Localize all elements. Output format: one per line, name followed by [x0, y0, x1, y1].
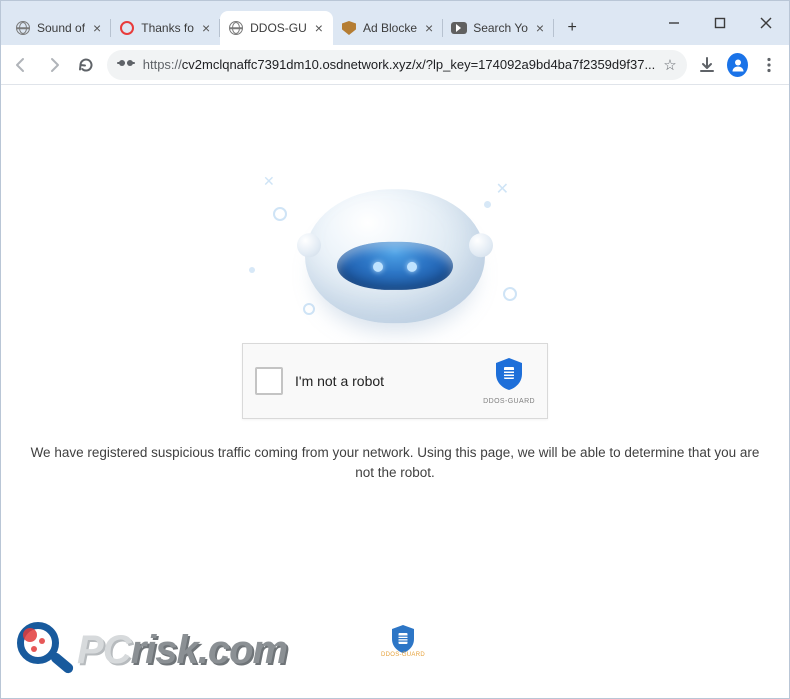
forward-button[interactable] — [42, 51, 67, 79]
captcha-brand-label: DDOS-GUARD — [483, 398, 535, 405]
shield-icon — [390, 624, 416, 654]
captcha-checkbox[interactable] — [255, 367, 283, 395]
notice-text: We have registered suspicious traffic co… — [25, 443, 765, 484]
close-icon[interactable]: × — [200, 21, 212, 35]
close-icon[interactable]: × — [534, 21, 546, 35]
arrow-left-icon — [12, 56, 30, 74]
page-viewport: ✕ ✕ I'm not a robot DDOS-GUARD We h — [1, 85, 789, 698]
arrow-right-icon — [45, 56, 63, 74]
magnifier-icon — [17, 622, 73, 678]
new-tab-button[interactable]: + — [558, 14, 586, 42]
globe-icon — [15, 20, 31, 36]
tab-label: Thanks fo — [141, 21, 194, 35]
tab-label: Ad Blocke — [363, 21, 417, 35]
maximize-icon — [714, 17, 726, 29]
more-vertical-icon — [760, 56, 778, 74]
globe-icon — [228, 20, 244, 36]
tab-strip: Sound of × Thanks fo × DDOS-GU × Ad Bloc… — [1, 1, 651, 45]
captcha-label: I'm not a robot — [295, 373, 471, 389]
opera-icon — [119, 20, 135, 36]
reload-button[interactable] — [74, 51, 99, 79]
url-text: https://cv2mclqnaffc7391dm10.osdnetwork.… — [143, 57, 656, 72]
floating-shield-badge: DDOS-GUARD — [381, 624, 425, 658]
close-icon[interactable]: × — [313, 21, 325, 35]
minimize-icon — [668, 17, 680, 29]
pcrisk-watermark: PCrisk.com — [17, 622, 287, 678]
toolbar: https://cv2mclqnaffc7391dm10.osdnetwork.… — [1, 45, 789, 85]
url-scheme: https:// — [143, 57, 182, 72]
tab-search-youtube[interactable]: Search Yo × — [443, 11, 554, 45]
download-icon — [698, 56, 716, 74]
kebab-menu-button[interactable] — [756, 51, 781, 79]
bookmark-button[interactable]: ☆ — [663, 56, 676, 74]
close-icon[interactable]: × — [91, 21, 103, 35]
close-icon — [760, 17, 772, 29]
maximize-button[interactable] — [697, 6, 743, 40]
address-bar[interactable]: https://cv2mclqnaffc7391dm10.osdnetwork.… — [107, 50, 687, 80]
close-icon[interactable]: × — [423, 21, 435, 35]
captcha-widget: I'm not a robot DDOS-GUARD — [242, 343, 548, 419]
downloads-button[interactable] — [695, 51, 720, 79]
floating-shield-label: DDOS-GUARD — [381, 652, 425, 658]
robot-head-icon — [305, 189, 485, 323]
robot-illustration: ✕ ✕ — [255, 167, 535, 367]
tab-label: Search Yo — [473, 21, 528, 35]
tab-ddos-guard[interactable]: DDOS-GU × — [220, 11, 333, 45]
window-controls — [651, 1, 789, 45]
shield-icon — [341, 20, 357, 36]
person-icon — [731, 58, 745, 72]
minimize-button[interactable] — [651, 6, 697, 40]
url-path: cv2mclqnaffc7391dm10.osdnetwork.xyz/x/?l… — [182, 57, 656, 72]
tab-thanks-for[interactable]: Thanks fo × — [111, 11, 220, 45]
window-titlebar: Sound of × Thanks fo × DDOS-GU × Ad Bloc… — [1, 1, 789, 45]
close-window-button[interactable] — [743, 6, 789, 40]
tab-label: DDOS-GU — [250, 21, 307, 35]
watermark-text: PCrisk.com — [77, 628, 287, 673]
youtube-icon — [451, 20, 467, 36]
shield-icon — [494, 357, 524, 396]
captcha-brand: DDOS-GUARD — [483, 357, 535, 405]
profile-avatar[interactable] — [727, 53, 748, 77]
back-button[interactable] — [9, 51, 34, 79]
tab-ad-blocker[interactable]: Ad Blocke × — [333, 11, 443, 45]
site-settings-icon[interactable] — [117, 56, 135, 73]
tab-label: Sound of — [37, 21, 85, 35]
reload-icon — [77, 56, 95, 74]
tab-sound-of[interactable]: Sound of × — [7, 11, 111, 45]
